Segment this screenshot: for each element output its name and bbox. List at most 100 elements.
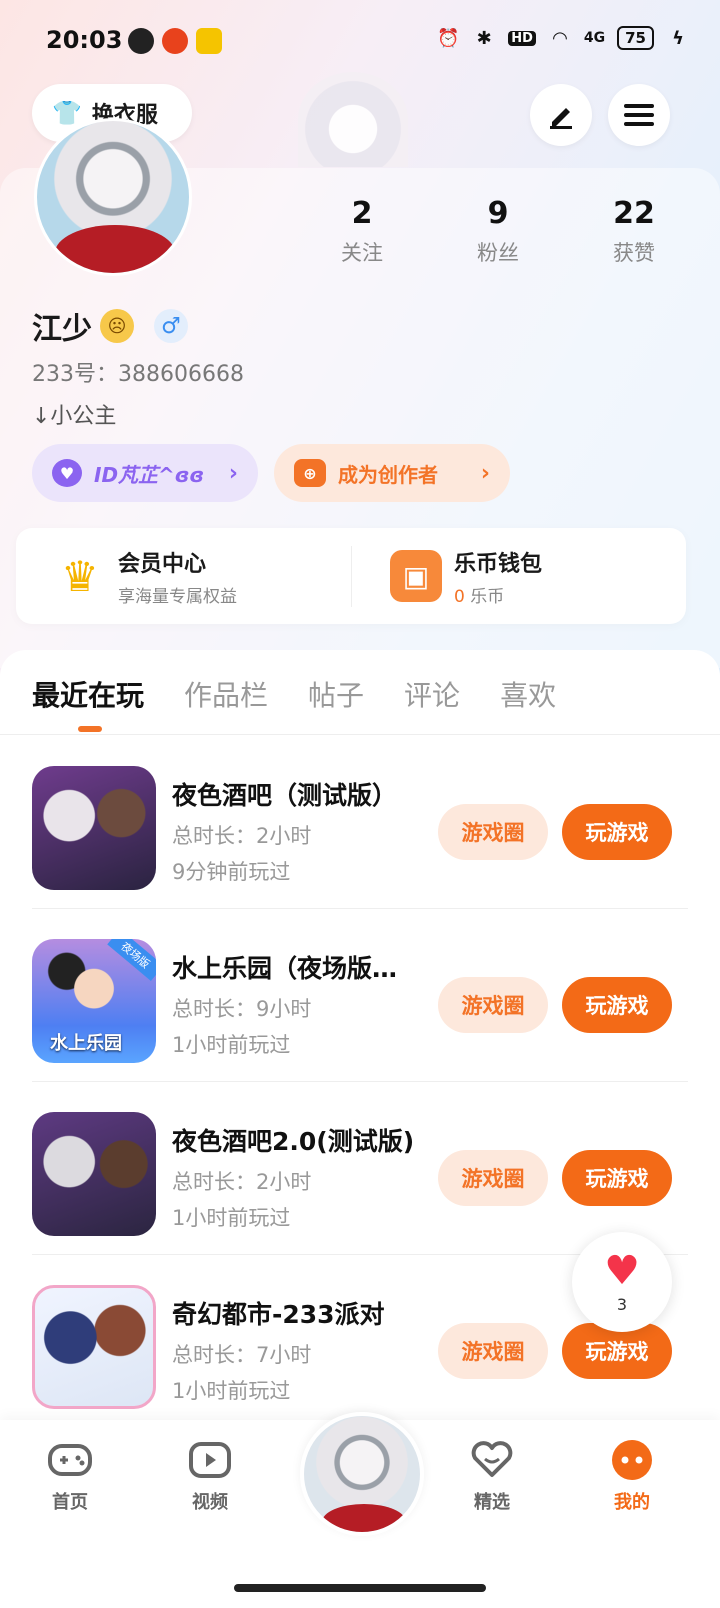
game-icon-label: 水上乐园 [50,1033,122,1054]
stat-likes[interactable]: 22 获赞 [566,196,702,267]
menu-icon [624,104,654,126]
stat-followers[interactable]: 9 粉丝 [430,196,566,267]
list-item[interactable]: 夜场版 水上乐园 水上乐园（夜场版… 总时长：9小时 1小时前玩过 游戏圈 玩游… [32,909,688,1082]
stat-label: 关注 [341,241,383,265]
game-title: 奇幻都市-233派对 [172,1300,385,1329]
game-title: 夜色酒吧（测试版） [172,781,398,810]
hd-icon: HD [508,30,536,46]
game-last-played: 1小时前玩过 [172,1206,291,1230]
signature: ↓小公主 [32,404,117,429]
character-preview[interactable] [298,72,408,167]
app-notification-icon [196,28,222,54]
nav-label: 首页 [52,1492,88,1513]
game-circle-button[interactable]: 游戏圈 [438,977,548,1033]
shirt-icon: 👕 [52,99,82,127]
nav-featured[interactable]: 精选 [442,1440,542,1514]
game-icon: 夜场版 水上乐园 [32,939,156,1063]
game-icon-tag: 夜场版 [107,939,156,981]
like-button[interactable]: ♥ 3 [572,1232,672,1332]
game-circle-button[interactable]: 游戏圈 [438,804,548,860]
tab-comments[interactable]: 评论 [404,674,460,714]
status-right: ⏰ ✱ HD ◠ 4G 75 ϟ [436,26,690,50]
stat-value: 2 [351,196,373,231]
wallet-amount: 0 [454,586,465,607]
wallet-unit: 乐币 [470,586,505,607]
signal-icon: 4G [583,30,606,46]
profile-stats: 2 关注 9 粉丝 22 获赞 [294,196,702,267]
list-item[interactable]: 夜色酒吧2.0(测试版) 总时长：2小时 1小时前玩过 游戏圈 玩游戏 [32,1082,688,1255]
nav-mine[interactable]: 我的 [582,1440,682,1514]
nav-label: 精选 [474,1492,510,1513]
game-icon [32,1112,156,1236]
profile-face-icon [609,1440,655,1480]
stat-value: 22 [613,196,655,231]
become-creator-button[interactable]: ⊕ 成为创作者 › [274,444,510,502]
chevron-right-icon: › [480,460,490,486]
home-indicator[interactable] [234,1584,486,1592]
creator-label: 成为创作者 [338,462,438,487]
game-icon [32,766,156,890]
stat-value: 9 [487,196,509,231]
nav-label: 视频 [192,1492,228,1513]
wechat-icon [128,28,154,54]
game-last-played: 1小时前玩过 [172,1379,291,1403]
bluetooth-icon: ✱ [476,27,492,49]
heart-smile-icon [469,1440,515,1480]
weibo-icon [162,28,188,54]
pencil-icon [550,108,572,129]
member-wallet-row: ♛ 会员中心 享海量专属权益 ▣ 乐币钱包 0 乐币 [16,528,686,624]
game-circle-button[interactable]: 游戏圈 [438,1323,548,1379]
play-game-button[interactable]: 玩游戏 [562,1150,672,1206]
id-badge-label: ID芃芷^ɞɞ [94,462,205,487]
edit-button[interactable] [530,84,592,146]
stat-following[interactable]: 2 关注 [294,196,430,267]
stat-label: 粉丝 [477,241,519,265]
crown-icon: ♛ [61,551,99,601]
game-circle-button[interactable]: 游戏圈 [438,1150,548,1206]
vip-center[interactable]: ♛ 会员中心 享海量专属权益 [16,546,351,607]
wallet[interactable]: ▣ 乐币钱包 0 乐币 [351,545,686,607]
gamepad-icon: ⊕ [294,459,326,487]
user-id: 233号：388606668 [32,362,244,387]
wallet-title: 乐币钱包 [454,551,543,577]
battery-icon: 75 [617,26,654,50]
charging-icon: ϟ [672,27,684,49]
play-game-button[interactable]: 玩游戏 [562,804,672,860]
alarm-icon: ⏰ [437,27,460,49]
game-last-played: 9分钟前玩过 [172,860,291,884]
avatar[interactable] [34,118,192,276]
game-last-played: 1小时前玩过 [172,1033,291,1057]
vip-subtitle: 享海量专属权益 [118,586,237,607]
like-count: 3 [616,1294,628,1314]
tab-recent[interactable]: 最近在玩 [32,674,144,714]
id-badge-button[interactable]: ♥ ID芃芷^ɞɞ › [32,444,258,502]
nav-home[interactable]: 首页 [20,1440,120,1514]
profile-name: 江少 ☹ ♂ [32,304,188,348]
gamepad-icon [47,1440,93,1480]
content-tabs: 最近在玩 作品栏 帖子 评论 喜欢 [32,674,556,714]
nav-avatar[interactable] [300,1412,424,1536]
menu-button[interactable] [608,84,670,146]
status-time: 20:03 [46,26,123,54]
username: 江少 [32,312,92,347]
heart-badge-icon: ♥ [52,459,82,487]
heart-icon: ♥ [604,1247,640,1294]
wallet-balance: 0 乐币 [454,582,542,607]
stat-label: 获赞 [613,241,655,265]
game-duration: 总时长：2小时 [172,824,312,848]
game-title: 水上乐园（夜场版… [172,954,398,983]
play-game-button[interactable]: 玩游戏 [562,977,672,1033]
tab-likes[interactable]: 喜欢 [500,674,556,714]
tab-posts[interactable]: 帖子 [308,674,364,714]
male-gender-icon: ♂ [154,309,188,343]
game-duration: 总时长：7小时 [172,1343,312,1367]
nav-video[interactable]: 视频 [160,1440,260,1514]
vip-title: 会员中心 [118,551,207,577]
chevron-right-icon: › [228,460,238,486]
wallet-icon: ▣ [390,550,442,602]
list-item[interactable]: 夜色酒吧（测试版） 总时长：2小时 9分钟前玩过 游戏圈 玩游戏 [32,736,688,909]
video-play-icon [187,1440,233,1480]
tab-works[interactable]: 作品栏 [184,674,268,714]
wifi-icon: ◠ [552,27,567,49]
game-title: 夜色酒吧2.0(测试版) [172,1127,415,1156]
